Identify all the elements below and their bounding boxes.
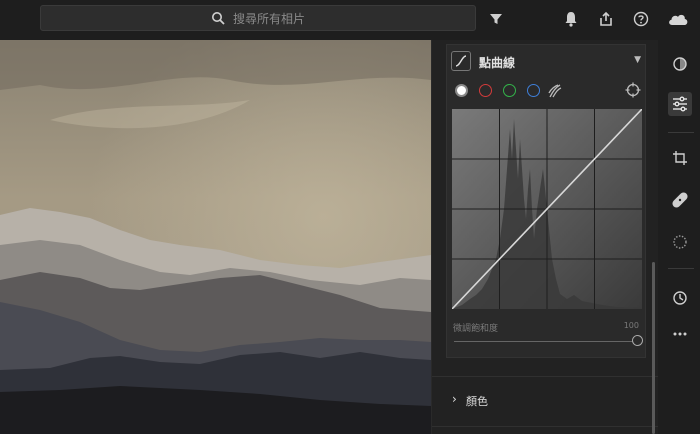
channel-rgb-button[interactable] — [455, 84, 468, 97]
section-divider — [432, 376, 658, 377]
refine-saturation-icon[interactable] — [547, 83, 563, 99]
cloud-icon[interactable] — [667, 8, 689, 30]
saturation-value: 100 — [623, 321, 639, 330]
curve-icon — [455, 55, 467, 67]
top-bar: 搜尋所有相片 — [0, 0, 700, 40]
search-input[interactable]: 搜尋所有相片 — [233, 10, 305, 27]
crop-icon[interactable] — [668, 146, 692, 170]
share-icon[interactable] — [595, 8, 617, 30]
channel-red-button[interactable] — [479, 84, 492, 97]
masking-icon[interactable] — [668, 230, 692, 254]
landscape-image — [0, 40, 431, 434]
healing-icon[interactable] — [668, 188, 692, 212]
edit-toolbar — [660, 40, 700, 434]
filter-icon[interactable] — [485, 8, 507, 30]
channel-blue-button[interactable] — [527, 84, 540, 97]
point-curve-card: 點曲線 ▼ 微調飽和度 100 — [446, 44, 646, 358]
point-curve-header[interactable]: 點曲線 ▼ — [447, 49, 647, 75]
saturation-slider-thumb[interactable] — [632, 335, 643, 346]
history-icon[interactable] — [668, 286, 692, 310]
curve-channel-selector — [447, 81, 647, 101]
saturation-slider-track[interactable] — [454, 341, 634, 342]
search-box[interactable]: 搜尋所有相片 — [40, 5, 476, 31]
target-adjust-icon[interactable] — [625, 82, 641, 98]
chevron-down-icon[interactable]: ▼ — [634, 55, 641, 65]
point-curve-title: 點曲線 — [479, 56, 516, 70]
curve-toggle-button[interactable] — [451, 51, 471, 71]
more-icon[interactable] — [668, 322, 692, 346]
search-icon — [211, 12, 225, 25]
channel-green-button[interactable] — [503, 84, 516, 97]
help-icon[interactable] — [630, 8, 652, 30]
section-divider — [432, 426, 658, 427]
panel-scrollbar[interactable] — [652, 262, 655, 434]
edit-sliders-icon[interactable] — [668, 92, 692, 116]
photo-preview[interactable] — [0, 40, 431, 434]
tone-curve-graph[interactable] — [452, 109, 642, 309]
chevron-right-icon: › — [452, 392, 457, 406]
color-section-header[interactable]: › 顏色 — [432, 386, 658, 416]
bell-icon[interactable] — [560, 8, 582, 30]
presets-icon[interactable] — [668, 52, 692, 76]
edit-panel: 點曲線 ▼ 微調飽和度 100 › 顏色 — [431, 40, 658, 434]
color-section-label: 顏色 — [466, 395, 488, 408]
saturation-label: 微調飽和度 — [453, 324, 499, 334]
toolbar-separator — [668, 132, 694, 133]
toolbar-separator — [668, 268, 694, 269]
